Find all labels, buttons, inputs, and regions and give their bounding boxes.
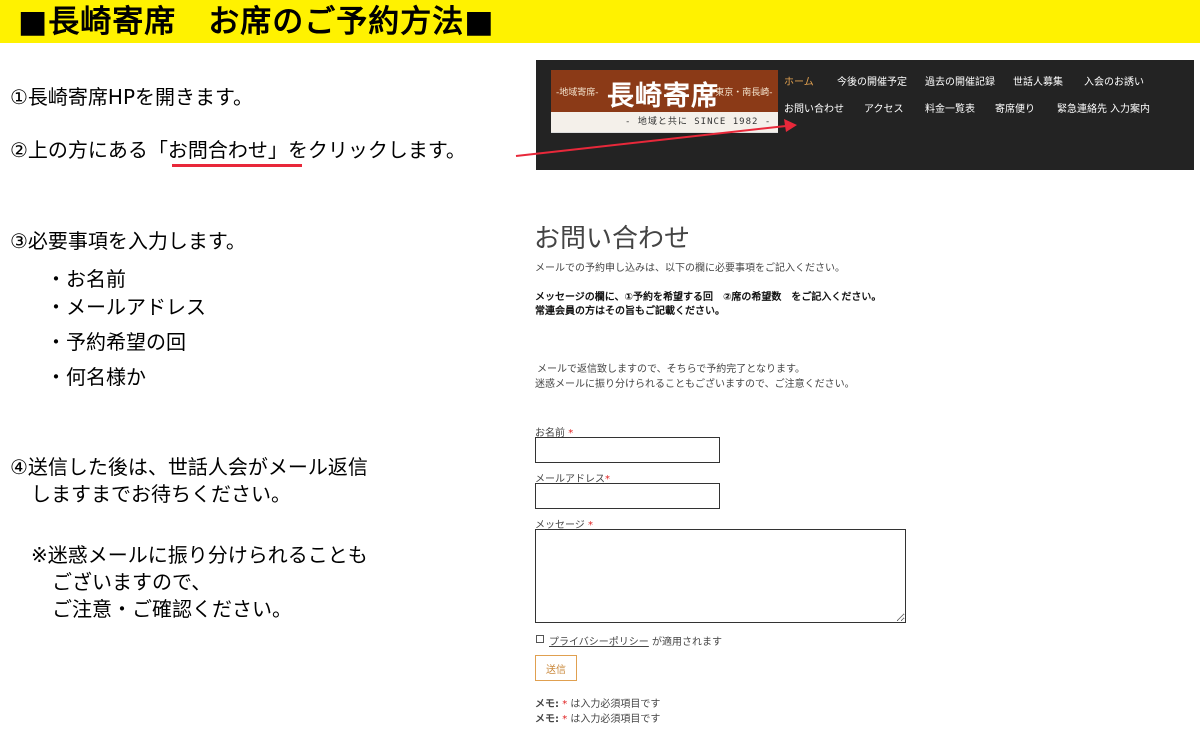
name-input[interactable] [535,437,720,463]
privacy-suffix: が適用されます [652,637,722,648]
privacy-policy-link[interactable]: プライバシーポリシー [549,637,649,648]
form-intro: メールでの予約申し込みは、以下の欄に必要事項をご記入ください。 [535,263,845,274]
memo-line-1: メモ: * は入力必須項目です [535,695,660,710]
form-title: お問い合わせ [534,224,691,254]
submit-button[interactable]: 送信 [535,655,577,681]
memo-label: メモ: [535,714,559,725]
form-info-line1: メールで返信致しますので、そちらで予約完了となります。 [537,364,805,375]
memo-text: は入力必須項目です [570,699,661,710]
memo-text: は入力必須項目です [570,714,661,725]
memo-line-2: メモ: * は入力必須項目です [535,710,660,725]
message-textarea[interactable] [535,529,906,623]
email-input[interactable] [535,483,720,509]
memo-label: メモ: [535,699,559,710]
required-mark: * [562,699,568,710]
form-instruction-line2: 常連会員の方はその旨もご記載ください。 [535,306,725,317]
privacy-checkbox[interactable] [536,635,544,643]
required-mark: * [562,714,568,725]
form-info-line2: 迷惑メールに振り分けられることもございますので、ご注意ください。 [535,379,855,390]
form-instruction-line1: メッセージの欄に、①予約を希望する回 ②席の希望数 をご記入ください。 [535,292,882,303]
privacy-notice: プライバシーポリシー が適用されます [549,633,722,648]
